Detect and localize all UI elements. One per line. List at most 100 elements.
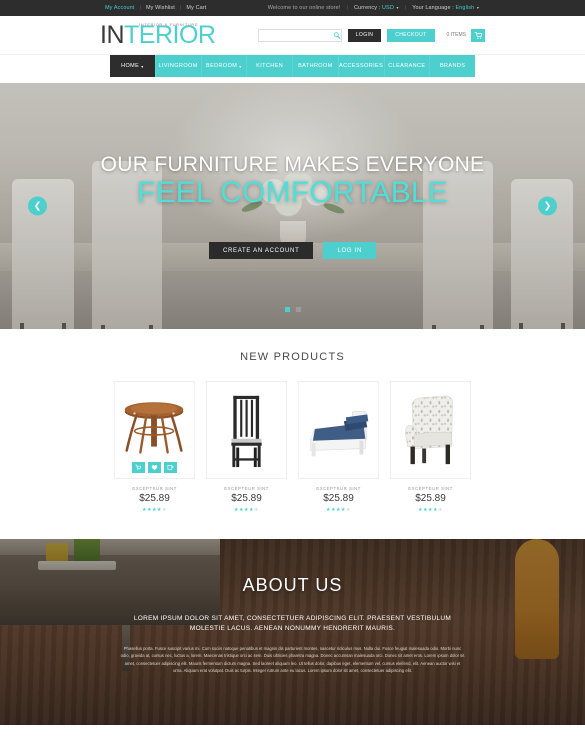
new-products-section: NEW PRODUCTS EXCEPTEUR SINT $25.89 ★★★★★…: [0, 329, 585, 539]
log-in-button[interactable]: LOG IN: [323, 242, 376, 260]
search-button[interactable]: [333, 30, 341, 41]
main-navigation-bar: HOME ▾ LIVINGROOM BEDROOM ▾ KITCHEN BATH…: [0, 55, 585, 83]
product-price: $25.89: [323, 493, 354, 504]
about-lead-text: LOREM IPSUM DOLOR SIT AMET, CONSECTETUER…: [133, 615, 452, 633]
cart-item-count: 0 ITEMS: [446, 32, 466, 38]
product-image[interactable]: [298, 381, 379, 479]
login-button[interactable]: LOGIN: [347, 28, 382, 42]
cart-button[interactable]: [471, 28, 485, 42]
dining-chair-icon: [231, 395, 262, 468]
language-selector[interactable]: Your Language : English ▾: [406, 5, 485, 11]
nav-label: HOME: [121, 63, 140, 69]
product-name: EXCEPTEUR SINT: [132, 486, 177, 491]
hero-carousel: OUR FURNITURE MAKES EVERYONE FEEL COMFOR…: [0, 83, 585, 329]
chevron-down-icon: ▾: [476, 5, 479, 10]
site-header: INTERIOR INTERIOR & FURNITURE LOGIN CHEC…: [0, 16, 585, 55]
heart-icon: [151, 465, 158, 471]
add-to-wishlist-button[interactable]: [148, 462, 161, 473]
product-actions: [115, 462, 194, 473]
nav-item-brands[interactable]: BRANDS: [430, 55, 475, 77]
currency-label: Currency :: [353, 5, 381, 11]
carousel-dot-2[interactable]: [295, 307, 301, 312]
chevron-down-icon: ▾: [141, 63, 144, 69]
product-card[interactable]: EXCEPTEUR SINT $25.89 ★★★★★: [298, 381, 379, 513]
product-price: $25.89: [415, 493, 446, 504]
welcome-message: Welcome to our online store!: [267, 5, 341, 11]
product-name: EXCEPTEUR SINT: [408, 486, 453, 491]
hero-actions: CREATE AN ACCOUNT LOG IN: [208, 242, 376, 260]
nav-label: BEDROOM: [206, 63, 238, 69]
my-account-link[interactable]: My Account: [100, 5, 139, 11]
nav-item-bathroom[interactable]: BATHROOM: [293, 55, 339, 77]
cart-icon: [135, 464, 142, 471]
nav-item-livingroom[interactable]: LIVINGROOM: [155, 55, 202, 77]
nav-label: BRANDS: [439, 63, 466, 69]
checkout-button[interactable]: CHECKOUT: [387, 28, 435, 42]
hero-headline-secondary: FEEL COMFORTABLE: [136, 175, 449, 209]
nav-label: KITCHEN: [256, 63, 284, 69]
nav-item-kitchen[interactable]: KITCHEN: [247, 55, 293, 77]
product-grid: EXCEPTEUR SINT $25.89 ★★★★★ EXCEPTEUR SI…: [0, 381, 585, 513]
chevron-down-icon: ▾: [239, 63, 242, 69]
product-card[interactable]: EXCEPTEUR SINT $25.89 ★★★★★: [206, 381, 287, 513]
nav-label: CLEARANCE: [388, 63, 426, 69]
my-cart-link[interactable]: My Cart: [181, 5, 211, 11]
section-heading: NEW PRODUCTS: [240, 351, 345, 363]
nav-label: BATHROOM: [298, 63, 333, 69]
logo-tagline: INTERIOR & FURNITURE: [139, 21, 199, 27]
about-content: ABOUT US LOREM IPSUM DOLOR SIT AMET, CON…: [0, 539, 585, 725]
my-wishlist-link[interactable]: My Wishlist: [141, 5, 180, 11]
product-rating: ★★★★★: [326, 507, 351, 513]
nav-item-accessories[interactable]: ACCESSORIES: [338, 55, 385, 77]
product-image[interactable]: [390, 381, 471, 479]
product-rating: ★★★★★: [142, 507, 167, 513]
carousel-prev-button[interactable]: ❮: [28, 196, 47, 216]
nav-item-clearance[interactable]: CLEARANCE: [384, 55, 431, 77]
logo-text-in: IN: [100, 20, 125, 49]
about-section: ABOUT US LOREM IPSUM DOLOR SIT AMET, CON…: [0, 539, 585, 725]
language-value: English: [455, 5, 475, 11]
chevron-left-icon: ❮: [33, 200, 42, 211]
carousel-next-button[interactable]: ❯: [538, 196, 557, 216]
nav-item-home[interactable]: HOME ▾: [110, 55, 156, 77]
hero-content: OUR FURNITURE MAKES EVERYONE FEEL COMFOR…: [0, 83, 585, 329]
top-utility-bar: My Account | My Wishlist | My Cart Welco…: [0, 0, 585, 16]
product-image[interactable]: [206, 381, 287, 479]
product-name: EXCEPTEUR SINT: [316, 486, 361, 491]
single-bed-icon: [310, 411, 369, 457]
header-tools: LOGIN CHECKOUT 0 ITEMS: [257, 28, 485, 42]
about-body-text: Phasellus porta. Fusce suscipit varius m…: [120, 646, 465, 674]
top-account-links: My Account | My Wishlist | My Cart: [100, 5, 211, 11]
mini-cart[interactable]: 0 ITEMS: [446, 28, 485, 42]
product-name: EXCEPTEUR SINT: [224, 486, 269, 491]
product-price: $25.89: [231, 493, 262, 504]
product-card[interactable]: EXCEPTEUR SINT $25.89 ★★★★★: [390, 381, 471, 513]
nav-item-bedroom[interactable]: BEDROOM ▾: [201, 55, 248, 77]
language-label: Your Language :: [412, 5, 454, 11]
product-rating: ★★★★★: [234, 507, 259, 513]
carousel-dot-1[interactable]: [284, 307, 290, 312]
chevron-right-icon: ❯: [543, 200, 552, 211]
product-price: $25.89: [139, 493, 170, 504]
main-navigation: HOME ▾ LIVINGROOM BEDROOM ▾ KITCHEN BATH…: [110, 55, 475, 77]
add-to-cart-button[interactable]: [132, 462, 145, 473]
nav-label: ACCESSORIES: [339, 63, 384, 69]
add-to-compare-button[interactable]: [164, 462, 177, 473]
search-input[interactable]: [258, 29, 333, 41]
shopping-cart-icon: [474, 31, 482, 39]
product-rating: ★★★★★: [418, 507, 443, 513]
search-icon: [333, 31, 341, 39]
create-account-button[interactable]: CREATE AN ACCOUNT: [208, 242, 314, 260]
about-heading: ABOUT US: [242, 575, 343, 595]
nav-label: LIVINGROOM: [158, 63, 198, 69]
chevron-down-icon: ▾: [396, 5, 399, 10]
top-settings: Welcome to our online store! | Currency …: [262, 5, 485, 11]
product-image[interactable]: [114, 381, 195, 479]
armchair-icon: [405, 395, 453, 465]
product-card[interactable]: EXCEPTEUR SINT $25.89 ★★★★★: [114, 381, 195, 513]
carousel-pagination: [284, 307, 301, 312]
currency-selector[interactable]: Currency : USD ▾: [348, 5, 405, 11]
search-box[interactable]: [257, 28, 342, 42]
currency-value: USD: [381, 5, 394, 11]
site-logo[interactable]: INTERIOR INTERIOR & FURNITURE: [100, 20, 216, 49]
